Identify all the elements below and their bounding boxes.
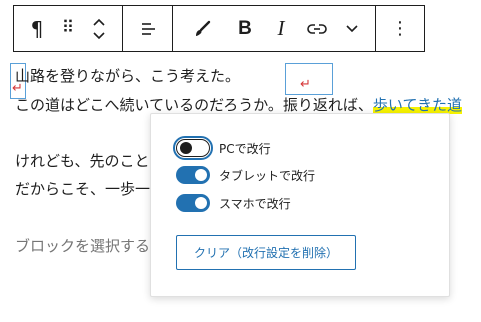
- line-break-settings-popover: PCで改行 タブレットで改行 スマホで改行 クリア（改行設定を削除）: [150, 113, 450, 297]
- paragraph-icon: ¶: [30, 16, 44, 41]
- block-placeholder[interactable]: ブロックを選択する: [15, 236, 150, 256]
- align-left-icon: [142, 22, 155, 35]
- paragraph-line-1[interactable]: 山路を登りながら、こう考えた。: [15, 66, 240, 86]
- highlighted-link[interactable]: 歩いてきた道: [372, 96, 463, 114]
- toggle-knob: [195, 197, 207, 209]
- link-button[interactable]: [302, 6, 332, 51]
- drag-handle[interactable]: ⠿: [58, 6, 78, 51]
- more-vertical-icon: ⋮: [391, 17, 409, 39]
- toggle-knob: [195, 169, 207, 181]
- paragraph-text: この道はどこへ続いているのだろうか。振り返れば、: [15, 96, 373, 114]
- drag-icon: ⠿: [61, 18, 75, 38]
- toggle-row-mobile: スマホで改行: [176, 192, 291, 214]
- line-break-mark: ↵: [300, 77, 311, 92]
- italic-label: I: [277, 16, 285, 40]
- chevron-down-icon[interactable]: [92, 31, 106, 41]
- bold-label: B: [238, 17, 252, 39]
- pc-break-toggle[interactable]: [173, 136, 213, 160]
- more-rich-text-button[interactable]: [340, 6, 364, 51]
- chevron-down-icon: [346, 24, 358, 32]
- pc-break-label: PCで改行: [219, 141, 271, 156]
- brush-icon: [196, 20, 211, 36]
- paragraph-block-button[interactable]: ¶: [24, 6, 50, 51]
- align-button[interactable]: [134, 6, 162, 51]
- highlight-button[interactable]: [188, 6, 216, 51]
- toggle-row-pc: PCで改行: [173, 136, 271, 160]
- tablet-break-toggle[interactable]: [176, 166, 210, 184]
- chevron-up-icon[interactable]: [92, 17, 106, 27]
- paragraph-line-3[interactable]: けれども、先のこと: [15, 151, 150, 171]
- paragraph-line-2[interactable]: この道はどこへ続いているのだろうか。振り返れば、歩いてきた道: [15, 95, 463, 115]
- clear-line-break-button[interactable]: クリア（改行設定を削除）: [176, 235, 356, 270]
- toolbar-divider: [172, 6, 173, 51]
- mobile-break-toggle[interactable]: [176, 194, 210, 212]
- block-toolbar: ¶ ⠿ B I ⋮: [13, 5, 425, 52]
- mobile-break-label: スマホで改行: [219, 196, 291, 211]
- toolbar-divider: [122, 6, 123, 51]
- paragraph-line-4[interactable]: だからこそ、一歩一: [15, 179, 150, 199]
- link-icon: [307, 23, 327, 34]
- toggle-row-tablet: タブレットで改行: [176, 164, 315, 186]
- toggle-knob: [180, 142, 192, 154]
- move-buttons: [87, 6, 111, 51]
- bold-button[interactable]: B: [232, 6, 258, 51]
- options-button[interactable]: ⋮: [388, 6, 412, 51]
- italic-button[interactable]: I: [268, 6, 294, 51]
- toolbar-divider: [375, 6, 376, 51]
- tablet-break-label: タブレットで改行: [219, 168, 316, 183]
